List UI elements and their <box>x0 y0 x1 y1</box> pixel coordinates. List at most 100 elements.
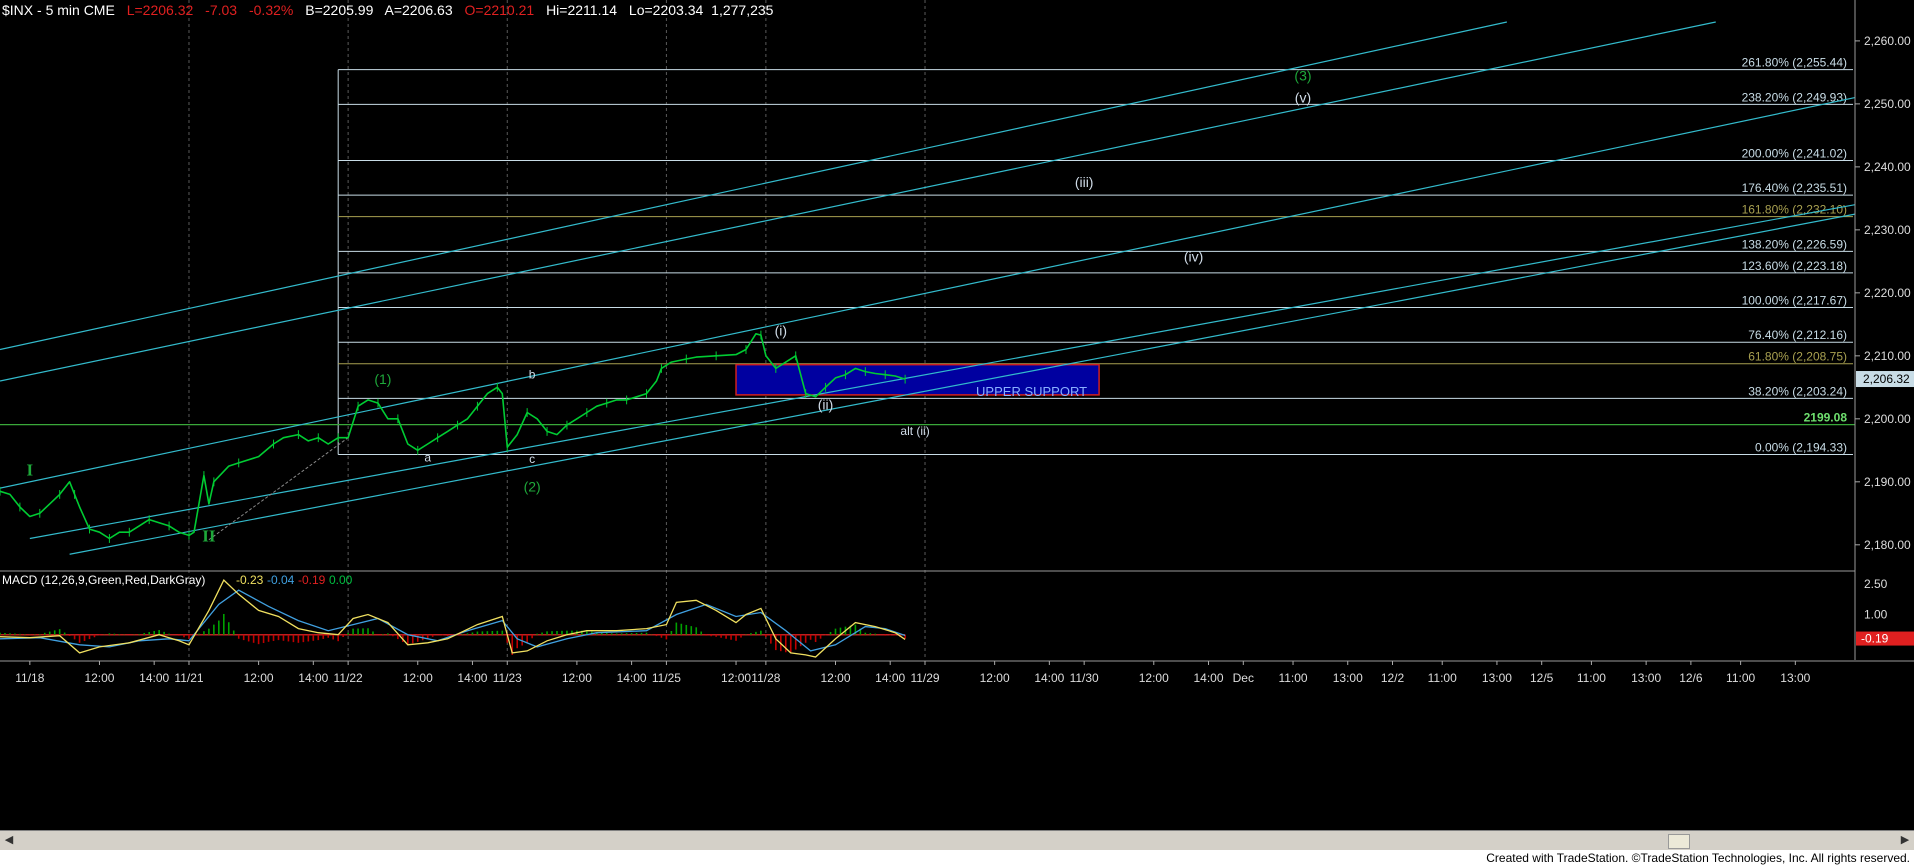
wave-label: (i) <box>775 323 787 339</box>
time-tick-label: 11/18 <box>15 671 44 685</box>
time-tick-label: 14:00 <box>139 671 169 685</box>
price-tick-label: 2,200.00 <box>1864 412 1911 426</box>
fib-level-label: 100.00% (2,217.67) <box>1742 294 1847 308</box>
price-tick-label: 2,260.00 <box>1864 34 1911 48</box>
ask-price: A=2206.63 <box>384 2 453 18</box>
open-price: O=2210.21 <box>464 2 535 18</box>
wave-label: (3) <box>1294 68 1311 84</box>
fib-level-label: 176.40% (2,235.51) <box>1742 181 1847 195</box>
support-zone-label: UPPER SUPPORT <box>976 384 1087 399</box>
time-tick-label: 11/22 <box>334 671 363 685</box>
low-price: Lo=2203.34 <box>628 2 704 18</box>
symbol-label: $INX - 5 min CME <box>2 2 115 18</box>
time-tick-label: 12:00 <box>403 671 433 685</box>
time-tick-label: Dec <box>1233 671 1254 685</box>
time-tick-label: 14:00 <box>1034 671 1064 685</box>
last-price-label: 2,206.32 <box>1863 372 1910 386</box>
fib-level-label: 76.40% (2,212.16) <box>1748 328 1847 342</box>
scroll-left-arrow-icon[interactable]: ◀ <box>2 833 16 847</box>
time-tick-label: 11:00 <box>1726 671 1755 685</box>
macd-tick-label: 1.00 <box>1864 607 1888 621</box>
time-tick-label: 13:00 <box>1631 671 1661 685</box>
time-tick-label: 12:00 <box>244 671 274 685</box>
price-tick-label: 2,240.00 <box>1864 160 1911 174</box>
time-tick-label: 12:00 <box>721 671 751 685</box>
fib-level-label: 0.00% (2,194.33) <box>1755 441 1847 455</box>
scroll-right-arrow-icon[interactable]: ▶ <box>1898 833 1912 847</box>
wave-label: (2) <box>524 478 541 494</box>
wave-label: (v) <box>1295 90 1311 106</box>
fib-level-label: 123.60% (2,223.18) <box>1742 259 1847 273</box>
wave-label: I <box>27 461 34 480</box>
macd-value: -0.04 <box>267 573 295 587</box>
wave-label: (1) <box>374 371 391 387</box>
time-tick-label: 11/23 <box>493 671 522 685</box>
time-tick-label: 11/28 <box>751 671 780 685</box>
macd-value: -0.23 <box>236 573 264 587</box>
wave-label: (iv) <box>1184 248 1203 264</box>
time-tick-label: 11/21 <box>174 671 203 685</box>
time-tick-label: 12:00 <box>84 671 114 685</box>
time-tick-label: 11:00 <box>1428 671 1457 685</box>
time-tick-label: 13:00 <box>1333 671 1363 685</box>
time-tick-label: 11/30 <box>1070 671 1099 685</box>
time-tick-label: 11/25 <box>652 671 681 685</box>
fib-level-label: 138.20% (2,226.59) <box>1742 237 1847 251</box>
wave-label: a <box>424 451 431 465</box>
price-chart[interactable]: 261.80% (2,255.44)238.20% (2,249.93)200.… <box>0 0 1914 866</box>
time-tick-label: 11:00 <box>1278 671 1307 685</box>
wave-label: c <box>529 452 535 466</box>
pivot-line-label: 2199.08 <box>1804 411 1848 425</box>
price-tick-label: 2,250.00 <box>1864 97 1911 111</box>
time-tick-label: 11/29 <box>910 671 939 685</box>
fib-level-label: 261.80% (2,255.44) <box>1742 56 1847 70</box>
price-tick-label: 2,220.00 <box>1864 286 1911 300</box>
time-tick-label: 12:00 <box>1139 671 1169 685</box>
high-price: Hi=2211.14 <box>546 2 618 18</box>
footer: Created with TradeStation. ©TradeStation… <box>0 850 1914 866</box>
time-tick-label: 12:00 <box>820 671 850 685</box>
wave-label: b <box>529 368 536 382</box>
macd-value: 0.00 <box>329 573 353 587</box>
price-tick-label: 2,210.00 <box>1864 349 1911 363</box>
symbol-header: $INX - 5 min CME L=2206.32 -7.03 -0.32% … <box>2 2 781 20</box>
macd-value: -0.19 <box>298 573 326 587</box>
time-tick-label: 12/5 <box>1530 671 1554 685</box>
price-tick-label: 2,190.00 <box>1864 475 1911 489</box>
time-tick-label: 14:00 <box>298 671 328 685</box>
price-tick-label: 2,230.00 <box>1864 223 1911 237</box>
volume: 1,277,235 <box>711 2 774 18</box>
wave-label: (ii) <box>818 396 834 412</box>
price-tick-label: 2,180.00 <box>1864 538 1911 552</box>
time-tick-label: 14:00 <box>457 671 487 685</box>
net-change: -7.03 <box>205 2 238 18</box>
fib-level-label: 161.80% (2,232.10) <box>1742 203 1847 217</box>
macd-current-label: -0.19 <box>1861 632 1889 646</box>
fib-level-label: 200.00% (2,241.02) <box>1742 146 1847 160</box>
time-tick-label: 12/2 <box>1381 671 1405 685</box>
wave-label: II <box>202 527 216 546</box>
time-tick-label: 13:00 <box>1780 671 1810 685</box>
macd-title: MACD (12,26,9,Green,Red,DarkGray) <box>2 573 205 587</box>
time-tick-label: 12/6 <box>1679 671 1703 685</box>
pct-change: -0.32% <box>248 2 294 18</box>
time-tick-label: 14:00 <box>617 671 647 685</box>
time-tick-label: 14:00 <box>1193 671 1223 685</box>
time-tick-label: 14:00 <box>875 671 905 685</box>
bid-price: B=2205.99 <box>305 2 374 18</box>
time-tick-label: 11:00 <box>1577 671 1606 685</box>
scroll-thumb[interactable] <box>1668 834 1690 849</box>
time-tick-label: 12:00 <box>980 671 1010 685</box>
fib-level-label: 61.80% (2,208.75) <box>1748 350 1847 364</box>
fib-level-label: 38.20% (2,203.24) <box>1748 384 1847 398</box>
upper-support-zone[interactable]: UPPER SUPPORT <box>735 363 1100 399</box>
time-scrollbar[interactable]: ◀ ▶ <box>0 830 1914 851</box>
macd-tick-label: 2.50 <box>1864 577 1888 591</box>
footer-credit: Created with TradeStation. ©TradeStation… <box>1486 851 1910 865</box>
wave-label: alt (ii) <box>900 424 929 438</box>
last-price: L=2206.32 <box>126 2 194 18</box>
wave-label: (iii) <box>1075 174 1094 190</box>
time-axis-bg <box>0 662 1914 828</box>
time-tick-label: 13:00 <box>1482 671 1512 685</box>
time-tick-label: 12:00 <box>562 671 592 685</box>
